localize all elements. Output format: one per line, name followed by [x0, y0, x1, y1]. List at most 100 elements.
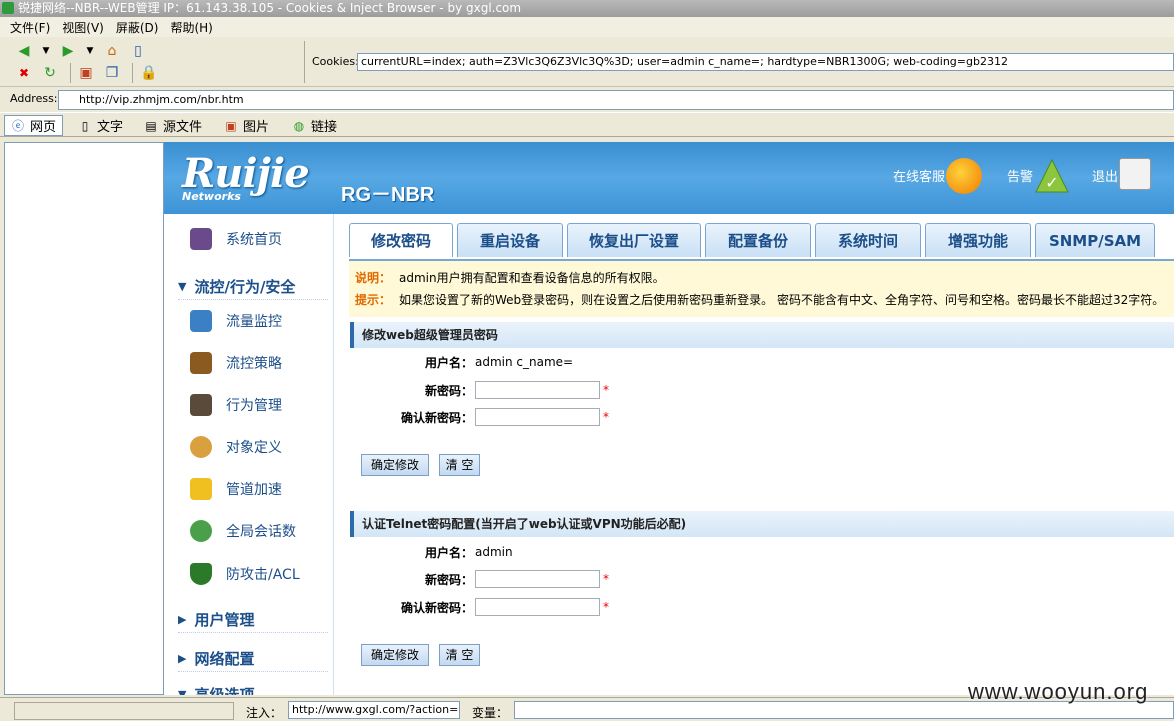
telnet-section-title: 认证Telnet密码配置(当开启了web认证或VPN功能后必配) — [350, 511, 1174, 537]
ie-icon: ⓔ — [11, 118, 24, 133]
required-mark: * — [603, 572, 609, 586]
inject-input[interactable]: http://www.gxgl.com/?action=show — [288, 701, 460, 719]
address-input[interactable]: http://vip.zhmjm.com/nbr.htm — [58, 90, 1174, 110]
palette-icon — [190, 436, 212, 458]
web-password-section-title: 修改web超级管理员密码 — [350, 322, 1174, 348]
hint-text: 如果您设置了新的Web登录密码，则在设置之后使用新密码重新登录。 密码不能含有中… — [399, 293, 1165, 307]
policy-icon — [190, 352, 212, 374]
sidebar-item-object[interactable]: 对象定义 — [190, 436, 282, 458]
source-file-icon: ▤ — [145, 118, 157, 133]
expanded-triangle-icon: ▼ — [178, 280, 187, 293]
tab-snmp-sam[interactable]: SNMP/SAM — [1035, 223, 1155, 257]
view-tab-links[interactable]: ◍ 链接 — [286, 115, 343, 136]
alarm-link[interactable]: 告警 — [1007, 166, 1033, 185]
chart-icon — [190, 310, 212, 332]
monitor-icon — [190, 228, 212, 250]
sidebar-item-sessions[interactable]: 全局会话数 — [190, 520, 296, 542]
collapsed-triangle-icon: ▶ — [178, 613, 187, 626]
web-confirm-password-input[interactable] — [475, 408, 600, 426]
telnet-username-row: 用户名： admin — [350, 541, 800, 563]
sidebar-group-users[interactable]: ▶ 用户管理 — [178, 609, 328, 633]
sidebar-group-flow[interactable]: ▼ 流控/行为/安全 — [178, 276, 328, 300]
text-doc-icon: ▯ — [81, 118, 89, 133]
logout-link[interactable]: 退出 — [1092, 166, 1118, 185]
lightning-icon — [190, 478, 212, 500]
back-dropdown-icon[interactable]: ▼ — [38, 43, 54, 59]
forward-icon[interactable]: ▶ — [60, 43, 76, 59]
chat-icon — [190, 520, 212, 542]
settings-tabs: 修改密码 重启设备 恢复出厂设置 配置备份 系统时间 增强功能 SNMP/SAM — [349, 223, 1155, 257]
confirm-password-label: 确认新密码： — [400, 600, 473, 615]
sidebar-item-behavior[interactable]: 行为管理 — [190, 394, 282, 416]
alarm-icon[interactable]: ✓ — [1034, 158, 1070, 194]
telnet-clear-button[interactable]: 清 空 — [439, 644, 480, 666]
behavior-icon — [190, 394, 212, 416]
copy-icon[interactable]: ❐ — [104, 65, 120, 81]
sidebar-item-traffic-monitor[interactable]: 流量监控 — [190, 310, 282, 332]
sidebar-item-home[interactable]: 系统首页 — [190, 228, 282, 250]
telnet-submit-button[interactable]: 确定修改 — [361, 644, 429, 666]
username-label: 用户名： — [424, 355, 473, 370]
online-support-link[interactable]: 在线客服 — [893, 166, 945, 185]
menu-help[interactable]: 帮助(H) — [170, 19, 212, 36]
sidebar: 系统首页 ▼ 流控/行为/安全 流量监控 流控策略 行为管理 对象定义 管道加速 … — [164, 214, 334, 695]
view-tab-images[interactable]: ▣ 图片 — [218, 115, 275, 136]
source-icon[interactable]: ▣ — [78, 65, 94, 81]
svg-text:✓: ✓ — [1045, 173, 1058, 192]
new-page-icon[interactable]: ▯ — [130, 43, 146, 59]
support-icon[interactable] — [946, 158, 982, 194]
required-mark: * — [603, 600, 609, 614]
sidebar-item-pipe-accel[interactable]: 管道加速 — [190, 478, 282, 500]
sidebar-group-advanced[interactable]: ▼ 高级选项 — [178, 684, 328, 695]
telnet-confirm-password-input[interactable] — [475, 598, 600, 616]
home-icon[interactable]: ⌂ — [104, 43, 120, 59]
view-tab-webpage[interactable]: ⓔ 网页 — [4, 115, 64, 136]
cookies-input[interactable]: currentURL=index; auth=Z3Vlc3Q6Z3Vlc3Q%3… — [357, 53, 1174, 71]
logout-icon[interactable] — [1119, 158, 1151, 190]
tab-factory-reset[interactable]: 恢复出厂设置 — [567, 223, 701, 257]
app-icon — [2, 2, 14, 14]
tab-config-backup[interactable]: 配置备份 — [705, 223, 811, 257]
tab-change-password[interactable]: 修改密码 — [349, 223, 453, 257]
required-mark: * — [603, 410, 609, 424]
tab-system-time[interactable]: 系统时间 — [815, 223, 921, 257]
menu-view[interactable]: 视图(V) — [62, 19, 104, 36]
sidebar-item-flow-policy[interactable]: 流控策略 — [190, 352, 282, 374]
web-page: Ruijie Networks RG－NBR 在线客服 告警 ✓ 退出 系统首页… — [164, 142, 1174, 695]
toolbar-separator — [70, 63, 71, 83]
forward-dropdown-icon[interactable]: ▼ — [82, 43, 98, 59]
status-panel — [14, 702, 234, 720]
web-clear-button[interactable]: 清 空 — [439, 454, 480, 476]
window-title: 锐捷网络--NBR--WEB管理 IP：61.143.38.105 - Cook… — [18, 1, 522, 15]
tab-enhanced[interactable]: 增强功能 — [925, 223, 1031, 257]
address-label: Address: — [10, 92, 58, 105]
tab-reboot[interactable]: 重启设备 — [457, 223, 563, 257]
telnet-confirm-row: 确认新密码： * — [350, 596, 800, 618]
sidebar-item-anti-attack[interactable]: 防攻击/ACL — [190, 563, 300, 585]
shield-icon — [190, 563, 212, 585]
lock-icon[interactable]: 🔒 — [140, 65, 157, 81]
notice-text: admin用户拥有配置和查看设备信息的所有权限。 — [399, 271, 665, 285]
new-password-label: 新密码： — [424, 572, 473, 587]
notice-label: 说明： — [355, 271, 392, 285]
sidebar-group-network[interactable]: ▶ 网络配置 — [178, 648, 328, 672]
inject-label: 注入： — [246, 706, 283, 720]
expanded-triangle-icon: ▼ — [178, 688, 187, 695]
telnet-new-password-input[interactable] — [475, 570, 600, 588]
hint-label: 提示： — [355, 293, 392, 307]
web-username-row: 用户名： admin c_name= — [350, 351, 800, 373]
product-name: RG－NBR — [341, 184, 435, 206]
back-icon[interactable]: ◀ — [16, 43, 32, 59]
cookies-label: Cookies: — [312, 55, 359, 68]
menu-block[interactable]: 屏蔽(D) — [116, 19, 159, 36]
stop-icon[interactable]: ✖ — [16, 65, 32, 81]
watermark: www.wooyun.org — [968, 679, 1149, 704]
web-submit-button[interactable]: 确定修改 — [361, 454, 429, 476]
page-header: Ruijie Networks RG－NBR 在线客服 告警 ✓ 退出 — [164, 142, 1174, 214]
menu-file[interactable]: 文件(F) — [10, 19, 50, 36]
view-tab-source[interactable]: ▤ 源文件 — [138, 115, 208, 136]
web-new-password-input[interactable] — [475, 381, 600, 399]
window-title-bar: 锐捷网络--NBR--WEB管理 IP：61.143.38.105 - Cook… — [0, 0, 1174, 17]
refresh-icon[interactable]: ↻ — [42, 65, 58, 81]
view-tab-text[interactable]: ▯ 文字 — [72, 115, 129, 136]
